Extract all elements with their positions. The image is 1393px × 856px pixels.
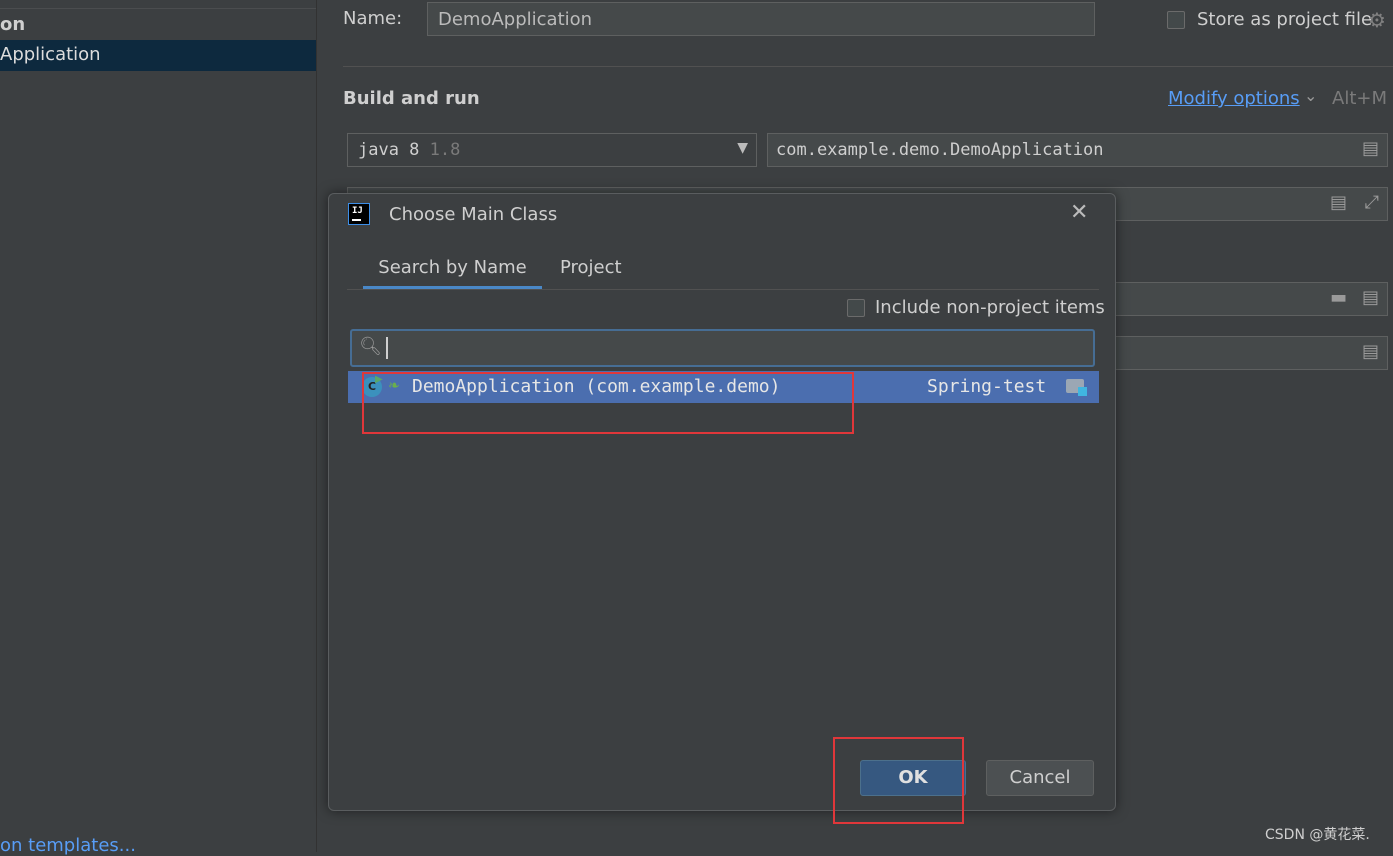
watermark: CSDN @黄花菜. (1265, 827, 1370, 843)
chevron-down-icon[interactable]: ⌄ (1304, 86, 1317, 105)
modify-options-shortcut: Alt+M (1332, 88, 1387, 109)
module-folder-icon (1066, 377, 1087, 396)
sidebar-item-selected[interactable]: Application (0, 40, 316, 71)
search-icon[interactable]: 🔍︎ (359, 336, 382, 357)
folder-icon[interactable]: ▬ (1330, 287, 1347, 308)
store-as-project-file-label[interactable]: Store as project file (1197, 9, 1372, 30)
sidebar-divider (0, 8, 316, 9)
edit-templates-link[interactable]: on templates... (0, 835, 136, 856)
ok-button[interactable]: OK (860, 760, 966, 796)
jdk-version: 1.8 (429, 140, 461, 160)
document-icon[interactable]: ▤ (1362, 287, 1379, 308)
tab-project[interactable]: Project (560, 257, 622, 278)
environment-variables-field[interactable]: ▤ (1110, 336, 1388, 370)
search-input[interactable]: 🔍︎ (350, 329, 1095, 367)
choose-main-class-dialog: IJ Choose Main Class ✕ Search by Name Pr… (328, 193, 1116, 811)
sidebar-item-label: Application (0, 44, 101, 65)
tab-divider (347, 289, 1099, 290)
dropdown-arrow-icon[interactable]: ▼ (737, 140, 748, 156)
spring-leaf-icon: ❧ (388, 378, 400, 394)
include-non-project-checkbox[interactable] (847, 299, 865, 317)
jdk-select-value: java 8 1.8 (358, 140, 460, 160)
document-icon[interactable]: ▤ (1330, 192, 1347, 213)
run-icon: ▶ (375, 374, 383, 385)
result-class-name: DemoApplication (com.example.demo) (412, 376, 781, 397)
expand-icon[interactable]: ⤢ (1365, 192, 1379, 213)
store-as-project-file-checkbox[interactable] (1167, 11, 1185, 29)
result-module-name: Spring-test (927, 376, 1047, 397)
text-caret (386, 337, 388, 359)
main-class-value: com.example.demo.DemoApplication (776, 140, 1104, 160)
cancel-button[interactable]: Cancel (986, 760, 1094, 796)
form-divider (343, 66, 1393, 67)
include-non-project-label[interactable]: Include non-project items (875, 297, 1105, 318)
intellij-logo-icon: IJ (348, 203, 370, 225)
name-label: Name: (343, 8, 403, 29)
main-class-field[interactable]: com.example.demo.DemoApplication ▤ (767, 133, 1388, 167)
build-and-run-title: Build and run (343, 88, 480, 109)
sidebar-group-label[interactable]: on (0, 14, 25, 35)
jdk-name: java 8 (358, 140, 420, 160)
document-icon[interactable]: ▤ (1362, 138, 1379, 159)
gear-icon[interactable]: ⚙ (1368, 8, 1386, 32)
modify-options-link[interactable]: Modify options (1168, 88, 1300, 109)
name-input[interactable]: DemoApplication (427, 2, 1095, 36)
dialog-title: Choose Main Class (389, 204, 558, 225)
run-configurations-sidebar: on Application on templates... (0, 0, 317, 856)
working-directory-field[interactable]: ▬ ▤ (1110, 282, 1388, 316)
close-icon[interactable]: ✕ (1070, 200, 1088, 225)
document-icon[interactable]: ▤ (1362, 341, 1379, 362)
list-item[interactable]: C ▶ ❧ DemoApplication (com.example.demo)… (348, 371, 1099, 403)
jdk-select[interactable]: java 8 1.8 ▼ (347, 133, 757, 167)
